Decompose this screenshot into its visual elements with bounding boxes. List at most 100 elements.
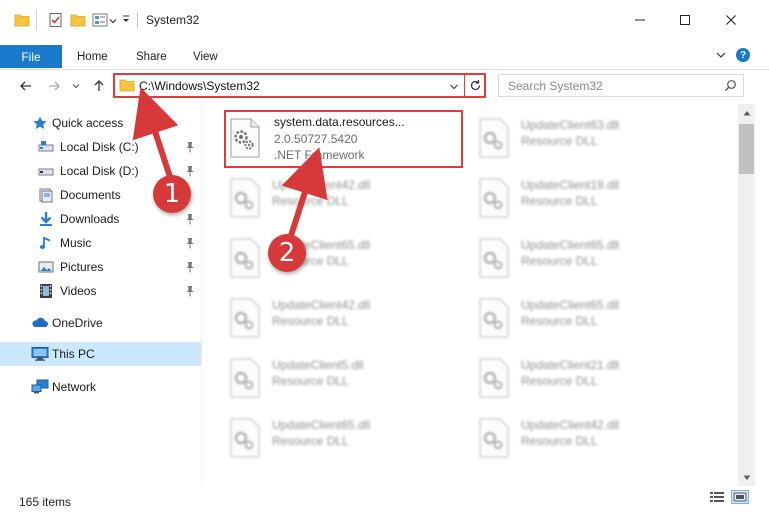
sidebar-item-quick-access[interactable]: Quick access [0, 111, 201, 135]
sidebar-item-label: Downloads [60, 212, 120, 226]
file-name: UpdateClient19.dll [521, 178, 620, 192]
file-name: UpdateClient65.dll [521, 238, 620, 252]
file-item-system-data-resources[interactable]: system.data.resources... 2.0.50727.5420 … [224, 110, 463, 168]
file-item[interactable]: UpdateClient19.dll Resource DLL [475, 172, 715, 228]
customize-icon[interactable] [92, 12, 108, 30]
sidebar-item-pictures[interactable]: Pictures [0, 255, 201, 279]
title-divider [137, 12, 138, 28]
address-dropdown-icon[interactable] [449, 81, 459, 95]
pin-icon[interactable] [185, 141, 195, 153]
videos-icon [38, 283, 54, 299]
sidebar-item-label: Local Disk (D:) [60, 164, 139, 178]
address-bar[interactable]: C:\Windows\System32 [113, 73, 486, 98]
dll-file-icon [477, 178, 511, 218]
file-item[interactable]: UpdateClient65.dll Resource DLL [226, 412, 466, 468]
sidebar-item-label: Pictures [60, 260, 104, 274]
window-title: System32 [146, 13, 200, 27]
up-button[interactable] [90, 76, 108, 96]
file-name: UpdateClient65.dll [272, 418, 371, 432]
file-item[interactable]: UpdateClient63.dll Resource DLL [475, 112, 715, 168]
network-icon [31, 379, 49, 395]
address-path[interactable]: C:\Windows\System32 [139, 79, 260, 93]
sidebar-item-label: This PC [52, 347, 95, 361]
sidebar-item-onedrive[interactable]: OneDrive [0, 311, 201, 335]
help-icon[interactable]: ? [736, 48, 750, 62]
recent-locations-icon[interactable] [70, 76, 82, 96]
file-name: UpdateClient5.dll [272, 358, 364, 372]
tab-home[interactable]: Home [77, 45, 108, 68]
tab-share[interactable]: Share [136, 45, 167, 68]
dll-file-icon [477, 358, 511, 398]
toolbar-divider [36, 10, 37, 30]
dll-file-icon [477, 118, 511, 158]
tab-file[interactable]: File [0, 45, 62, 68]
pin-icon[interactable] [185, 237, 195, 249]
file-item[interactable]: UpdateClient5.dll Resource DLL [226, 352, 466, 408]
file-item[interactable]: UpdateClient42.dll Resource DLL [226, 292, 466, 348]
chevron-down-icon[interactable] [109, 14, 117, 32]
file-type: Resource DLL [272, 434, 349, 448]
file-version: 2.0.50727.5420 [274, 132, 358, 146]
pin-icon[interactable] [185, 285, 195, 297]
dll-file-icon [228, 298, 262, 338]
file-list: system.data.resources... 2.0.50727.5420 … [203, 104, 738, 486]
quick-access-dropdown-icon[interactable] [121, 13, 131, 31]
item-count: 165 items [19, 495, 72, 509]
computer-icon [31, 346, 49, 362]
sidebar-item-label: Local Disk (C:) [60, 140, 139, 154]
file-type: Resource DLL [521, 374, 598, 388]
drive-icon [38, 139, 54, 155]
file-item[interactable]: UpdateClient65.dll Resource DLL [475, 292, 715, 348]
dll-file-icon [228, 358, 262, 398]
search-input[interactable]: Search System32 [508, 79, 603, 93]
sidebar-item-music[interactable]: Music [0, 231, 201, 255]
download-icon [38, 211, 54, 227]
pin-icon[interactable] [185, 213, 195, 225]
file-item[interactable]: UpdateClient42.dll Resource DLL [226, 172, 466, 228]
minimize-button[interactable] [629, 10, 651, 30]
scrollbar-thumb[interactable] [739, 124, 754, 174]
large-icons-view-icon[interactable] [731, 490, 749, 504]
vertical-scrollbar[interactable] [738, 104, 755, 486]
file-name: UpdateClient63.dll [521, 118, 620, 132]
properties-icon[interactable] [48, 12, 64, 30]
pin-icon[interactable] [185, 165, 195, 177]
cloud-icon [31, 315, 48, 331]
file-item[interactable]: UpdateClient65.dll Resource DLL [226, 232, 466, 288]
search-box[interactable]: Search System32 [498, 74, 744, 97]
file-type: .NET Framework [274, 148, 365, 162]
search-icon[interactable] [724, 79, 737, 95]
file-item[interactable]: UpdateClient21.dll Resource DLL [475, 352, 715, 408]
sidebar-item-label: Videos [60, 284, 97, 298]
file-name: UpdateClient42.dll [272, 178, 371, 192]
step-1-callout: 1 [153, 175, 191, 213]
sidebar-item-local-disk-c[interactable]: Local Disk (C:) [0, 135, 201, 159]
details-view-icon[interactable] [708, 490, 726, 504]
expand-ribbon-icon[interactable] [714, 48, 728, 62]
title-bar: System32 [0, 0, 769, 40]
dll-file-icon [228, 238, 262, 278]
close-button[interactable] [720, 10, 742, 30]
tab-view[interactable]: View [193, 45, 218, 68]
file-item[interactable]: UpdateClient42.dll Resource DLL [475, 412, 715, 468]
scroll-down-icon[interactable] [738, 469, 755, 486]
back-button[interactable] [17, 76, 35, 96]
status-bar: 165 items [0, 486, 769, 518]
navigation-pane: Quick access Local Disk (C:) Local Disk … [0, 104, 202, 486]
music-icon [38, 235, 54, 251]
scroll-up-icon[interactable] [738, 104, 755, 121]
sidebar-item-network[interactable]: Network [0, 375, 201, 399]
dll-file-icon [228, 418, 262, 458]
maximize-button[interactable] [674, 10, 696, 30]
dll-file-icon [477, 298, 511, 338]
sidebar-item-videos[interactable]: Videos [0, 279, 201, 303]
refresh-button[interactable] [464, 73, 486, 98]
forward-button[interactable] [45, 76, 63, 96]
sidebar-item-this-pc[interactable]: This PC [0, 342, 201, 366]
documents-icon [38, 187, 54, 203]
sidebar-item-label: Documents [60, 188, 121, 202]
dll-file-icon [228, 118, 262, 158]
pin-icon[interactable] [185, 261, 195, 273]
file-item[interactable]: UpdateClient65.dll Resource DLL [475, 232, 715, 288]
new-folder-icon[interactable] [70, 12, 86, 30]
